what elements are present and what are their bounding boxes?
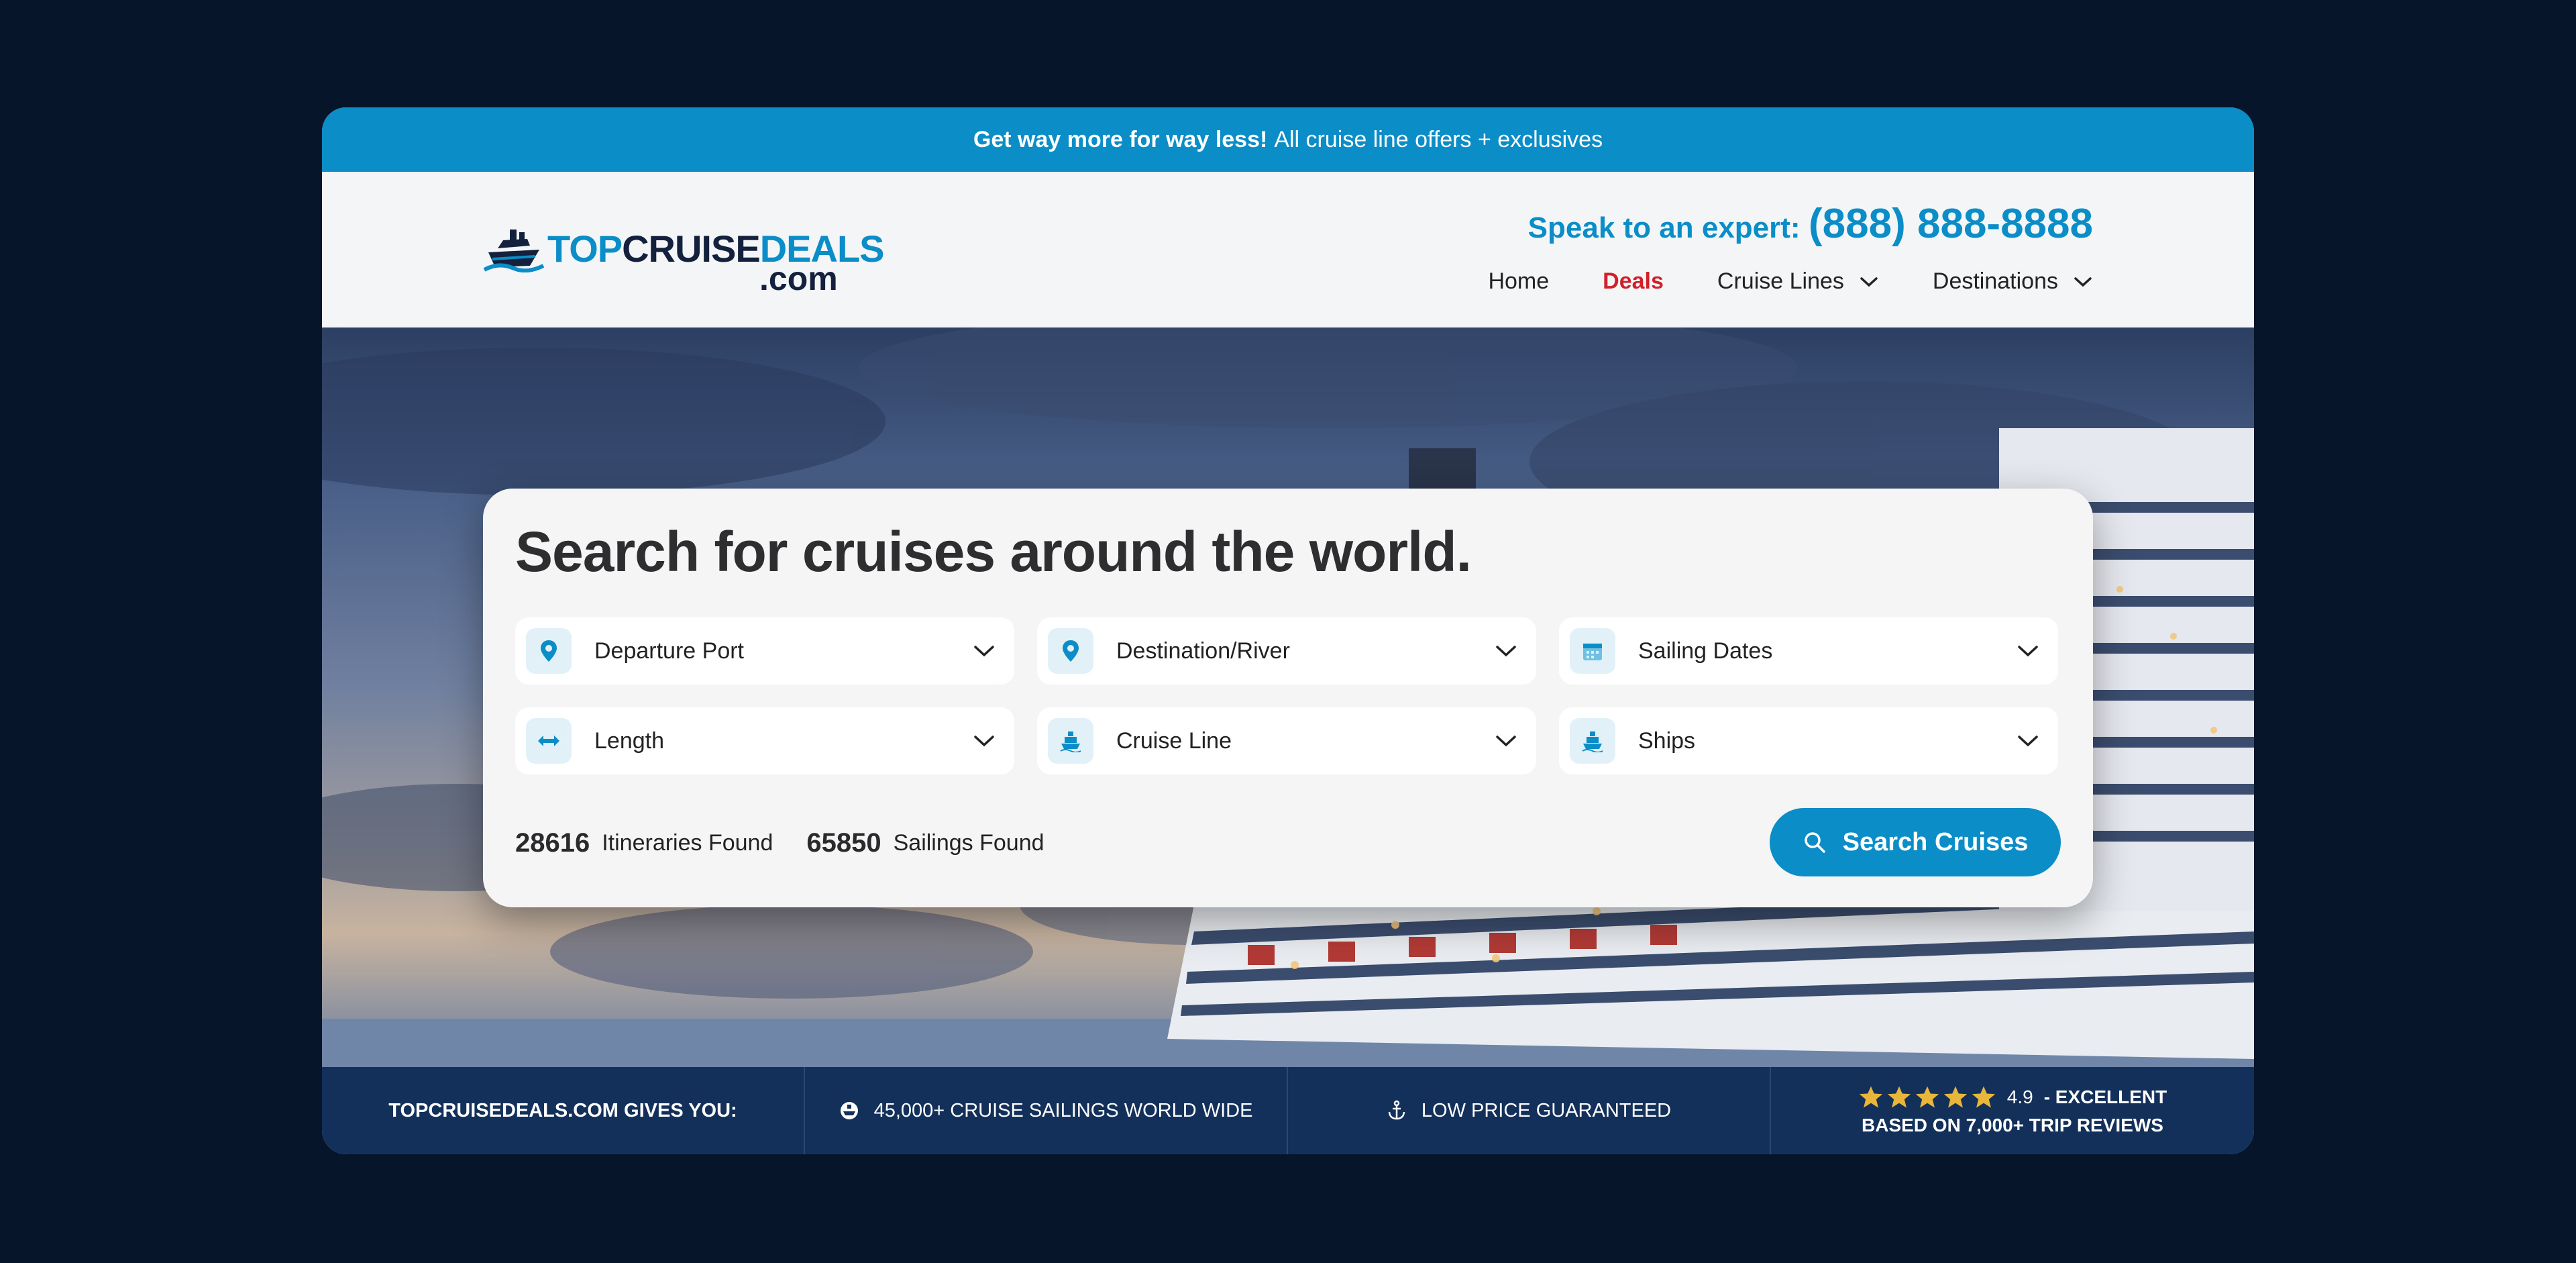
ship-icon — [840, 1102, 858, 1119]
length-label: Length — [594, 727, 664, 754]
double-arrow-icon — [538, 736, 559, 746]
length-select[interactable]: Length — [515, 707, 1014, 774]
results-summary: 28616 Itineraries Found 65850 Sailings F… — [515, 828, 1078, 858]
ships-select[interactable]: Ships — [1559, 707, 2058, 774]
gives-you-label: TOPCRUISEDEALS.COM GIVES YOU: — [322, 1067, 805, 1154]
nav-item-cruise-lines[interactable]: Cruise Lines — [1717, 268, 1879, 295]
brand-logo[interactable]: TOPCRUISEDEALS .com — [483, 212, 884, 297]
site-header: TOPCRUISEDEALS .com Speak to an expert: … — [322, 172, 2254, 327]
phone-link[interactable]: (888) 888-8888 — [1809, 201, 2093, 247]
rating-stars — [1858, 1085, 1996, 1109]
search-button-label: Search Cruises — [1842, 827, 2029, 856]
location-pin-icon — [1063, 640, 1079, 662]
page-frame: Get way more for way less! All cruise li… — [322, 107, 2254, 1154]
chevron-down-icon — [1496, 736, 1516, 747]
rating-score: 4.9 — [2006, 1087, 2033, 1107]
search-cruises-button[interactable]: Search Cruises — [1770, 808, 2061, 876]
nav-item-destinations[interactable]: Destinations — [1933, 268, 2093, 295]
star-icon — [1859, 1086, 1882, 1108]
benefit-price-text: LOW PRICE GUARANTEED — [1421, 1099, 1672, 1121]
expert-label: Speak to an expert: — [1527, 211, 1801, 244]
chevron-down-icon — [1496, 646, 1516, 657]
star-icon — [1915, 1086, 1939, 1108]
cruise-line-select[interactable]: Cruise Line — [1037, 707, 1536, 774]
benefits-bar: TOPCRUISEDEALS.COM GIVES YOU: 45,000+ CR… — [322, 1067, 2254, 1154]
sailings-count: 65850 — [806, 828, 881, 858]
search-icon — [1804, 832, 1825, 853]
departure-port-select[interactable]: Departure Port — [515, 617, 1014, 685]
rating-summary: 4.9 - EXCELLENT BASED ON 7,000+ TRIP REV… — [1771, 1067, 2254, 1154]
promo-bold-text: Get way more for way less! — [973, 126, 1268, 152]
rating-word: - EXCELLENT — [2043, 1087, 2167, 1107]
ship-icon — [1582, 731, 1603, 752]
star-icon — [1887, 1086, 1911, 1108]
itineraries-label: Itineraries Found — [602, 830, 773, 856]
destination-select[interactable]: Destination/River — [1037, 617, 1536, 685]
anchor-icon — [1388, 1100, 1405, 1120]
cruise-line-label: Cruise Line — [1116, 727, 1232, 754]
benefit-price: LOW PRICE GUARANTEED — [1288, 1067, 1771, 1154]
chevron-down-icon — [974, 646, 994, 657]
calendar-icon — [1583, 644, 1602, 660]
ships-label: Ships — [1638, 727, 1696, 754]
chevron-down-icon — [974, 736, 994, 747]
nav-item-deals[interactable]: Deals — [1603, 268, 1664, 295]
chevron-down-icon — [1860, 276, 1878, 287]
promo-banner: Get way more for way less! All cruise li… — [322, 107, 2254, 172]
main-nav: Home Deals Cruise Lines Destinations — [1488, 268, 2093, 295]
reviews-count: BASED ON 7,000+ TRIP REVIEWS — [1862, 1115, 2163, 1135]
nav-item-home[interactable]: Home — [1488, 268, 1549, 295]
location-pin-icon — [541, 640, 557, 662]
sailing-dates-label: Sailing Dates — [1638, 638, 1773, 664]
chevron-down-icon — [2074, 276, 2092, 287]
benefit-sailings: 45,000+ CRUISE SAILINGS WORLD WIDE — [805, 1067, 1288, 1154]
search-heading: Search for cruises around the world. — [515, 520, 1472, 583]
expert-contact: Speak to an expert: (888) 888-8888 — [1528, 200, 2093, 248]
star-icon — [1943, 1086, 1967, 1108]
sailing-dates-select[interactable]: Sailing Dates — [1559, 617, 2058, 685]
departure-port-label: Departure Port — [594, 638, 744, 664]
chevron-down-icon — [2018, 646, 2038, 657]
star-icon — [1972, 1086, 1995, 1108]
benefit-sailings-text: 45,000+ CRUISE SAILINGS WORLD WIDE — [873, 1099, 1253, 1121]
destination-label: Destination/River — [1116, 638, 1290, 664]
sailings-label: Sailings Found — [893, 830, 1044, 856]
brand-domain: .com — [759, 260, 838, 297]
chevron-down-icon — [2018, 736, 2038, 747]
search-panel: Search for cruises around the world. Dep… — [483, 489, 2093, 907]
itineraries-count: 28616 — [515, 828, 590, 858]
ship-logo-icon — [483, 230, 545, 272]
promo-text: All cruise line offers + exclusives — [1274, 126, 1603, 152]
ship-icon — [1060, 731, 1081, 752]
